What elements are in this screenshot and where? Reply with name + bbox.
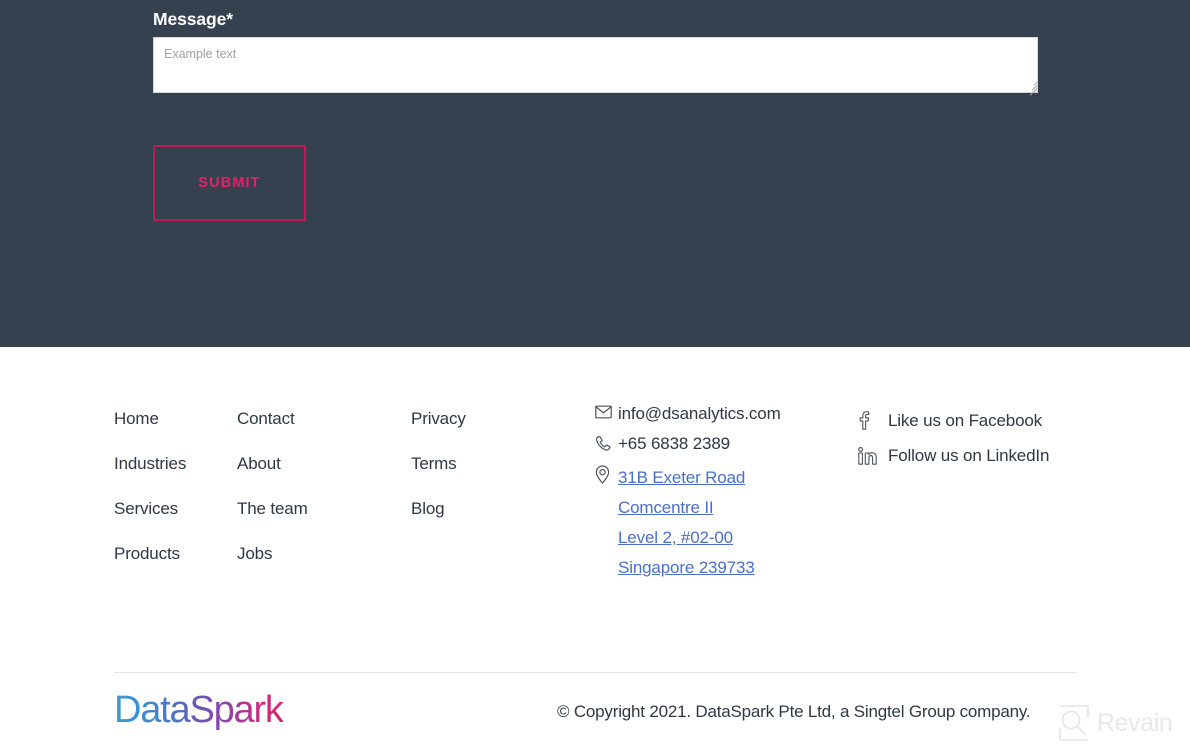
contact-phone-text: +65 6838 2389 (618, 434, 730, 453)
footer-link-services[interactable]: Services (114, 498, 186, 543)
social-linkedin-label: Follow us on LinkedIn (888, 445, 1050, 465)
submit-button[interactable]: SUBMIT (153, 145, 306, 221)
footer-divider (114, 672, 1076, 673)
footer-contact-details: info@dsanalytics.com +65 6838 2389 31B E… (595, 403, 845, 591)
message-textarea[interactable] (153, 37, 1038, 93)
message-field-label: Message* (153, 9, 233, 29)
address-line-2[interactable]: Comcentre II (618, 493, 755, 523)
footer-link-jobs[interactable]: Jobs (237, 543, 308, 588)
footer-link-products[interactable]: Products (114, 543, 186, 588)
social-link-linkedin[interactable]: Follow us on LinkedIn (858, 438, 1049, 473)
contact-email-text: info@dsanalytics.com (618, 404, 781, 423)
site-footer: Home Industries Services Products Contac… (0, 347, 1190, 753)
address-line-3[interactable]: Level 2, #02-00 (618, 523, 755, 553)
footer-link-the-team[interactable]: The team (237, 498, 308, 543)
contact-phone-row[interactable]: +65 6838 2389 (595, 433, 845, 455)
footer-link-contact[interactable]: Contact (237, 408, 308, 453)
footer-nav-column-2: Contact About The team Jobs (237, 408, 308, 588)
footer-link-privacy[interactable]: Privacy (411, 408, 466, 453)
facebook-icon (858, 411, 888, 430)
contact-email-row[interactable]: info@dsanalytics.com (595, 403, 845, 425)
contact-address-row[interactable]: 31B Exeter Road Comcentre II Level 2, #0… (595, 463, 845, 583)
phone-icon (595, 433, 618, 452)
dataspark-logo[interactable]: DataSpark (114, 688, 284, 732)
contact-form-section: Message* SUBMIT (0, 0, 1190, 347)
copyright-text: © Copyright 2021. DataSpark Pte Ltd, a S… (557, 702, 1031, 721)
footer-link-industries[interactable]: Industries (114, 453, 186, 498)
address-line-4[interactable]: Singapore 239733 (618, 553, 755, 583)
envelope-icon (595, 403, 618, 419)
footer-link-about[interactable]: About (237, 453, 308, 498)
contact-address-block: 31B Exeter Road Comcentre II Level 2, #0… (618, 463, 755, 583)
footer-nav-column-3: Privacy Terms Blog (411, 408, 466, 543)
linkedin-icon (858, 446, 888, 465)
footer-link-home[interactable]: Home (114, 408, 186, 453)
social-facebook-label: Like us on Facebook (888, 410, 1043, 430)
footer-nav-column-1: Home Industries Services Products (114, 408, 186, 588)
social-link-facebook[interactable]: Like us on Facebook (858, 403, 1049, 438)
page-root: Message* SUBMIT Home Industries Services… (0, 0, 1190, 753)
footer-social-links: Like us on Facebook Follow us on LinkedI… (858, 403, 1049, 473)
address-line-1[interactable]: 31B Exeter Road (618, 463, 755, 493)
footer-link-blog[interactable]: Blog (411, 498, 466, 543)
map-pin-icon (595, 463, 618, 484)
footer-link-terms[interactable]: Terms (411, 453, 466, 498)
